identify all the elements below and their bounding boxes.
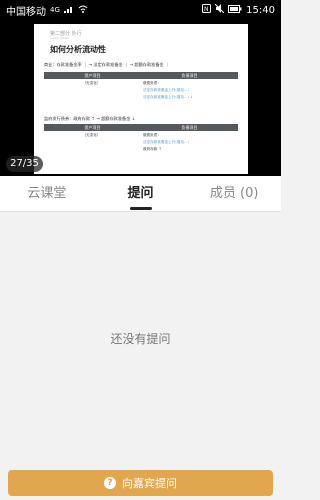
slide-counter: 27/35 [6, 156, 43, 172]
slide-table-body: （无变化） 缴费负债： 法定存款准备金上升(增加...) 政府存款 ↑ [82, 133, 189, 151]
status-bar: 中国移动 4G N 15:40 [0, 0, 281, 20]
slide-title: 如何分析流动性 [50, 45, 106, 54]
slide-subtitle-secondary: Lorem ipsum [50, 36, 70, 40]
mute-icon [214, 3, 225, 16]
slide-table-header: 资产项目 负债项目 [44, 72, 238, 79]
clock: 15:40 [246, 4, 275, 16]
tab-bar: 云课堂 提问 成员 (0) [0, 176, 281, 212]
nfc-icon: N [202, 4, 212, 16]
slide-table-body: （无变化） 缴费负债： 法定存款准备金上升(增加...) 法定存款准备金上升(增… [82, 81, 193, 99]
carrier-label: 中国移动 [6, 6, 46, 18]
svg-text:N: N [204, 6, 209, 13]
slide-text-line: 商业：存款准备金率 ｜ → 法定存款准备金 ｜ → 超额存款准备金 ｜ [44, 62, 170, 67]
tab-questions[interactable]: 提问 [94, 176, 188, 211]
video-player[interactable]: 第二部分 外行 Lorem ipsum 如何分析流动性 商业：存款准备金率 ｜ … [0, 20, 281, 176]
presentation-slide: 第二部分 外行 Lorem ipsum 如何分析流动性 商业：存款准备金率 ｜ … [34, 24, 248, 174]
battery-icon [228, 4, 242, 16]
signal-icon [63, 5, 74, 16]
ask-guest-label: 向嘉宾提问 [122, 477, 177, 490]
empty-state-text: 还没有提问 [110, 332, 171, 346]
slide-table: 资产项目 负债项目 （无变化） 缴费负债： 法定存款准备金上升(增加...) 法… [44, 72, 238, 102]
slide-table-header: 资产项目 负债项目 [44, 124, 238, 131]
network-type: 4G [50, 6, 60, 14]
tab-cloud-class[interactable]: 云课堂 [0, 176, 94, 211]
slide-text-line: 监府发行债券：政府存款 ↑ → 超额存款准备金 ↓ [44, 116, 136, 121]
slide-table: 资产项目 负债项目 （无变化） 缴费负债： 法定存款准备金上升(增加...) 政… [44, 124, 238, 154]
question-icon: ? [104, 477, 116, 489]
wifi-icon [78, 5, 88, 16]
tab-members[interactable]: 成员 (0) [187, 176, 281, 211]
ask-guest-button[interactable]: ? 向嘉宾提问 [8, 470, 273, 496]
